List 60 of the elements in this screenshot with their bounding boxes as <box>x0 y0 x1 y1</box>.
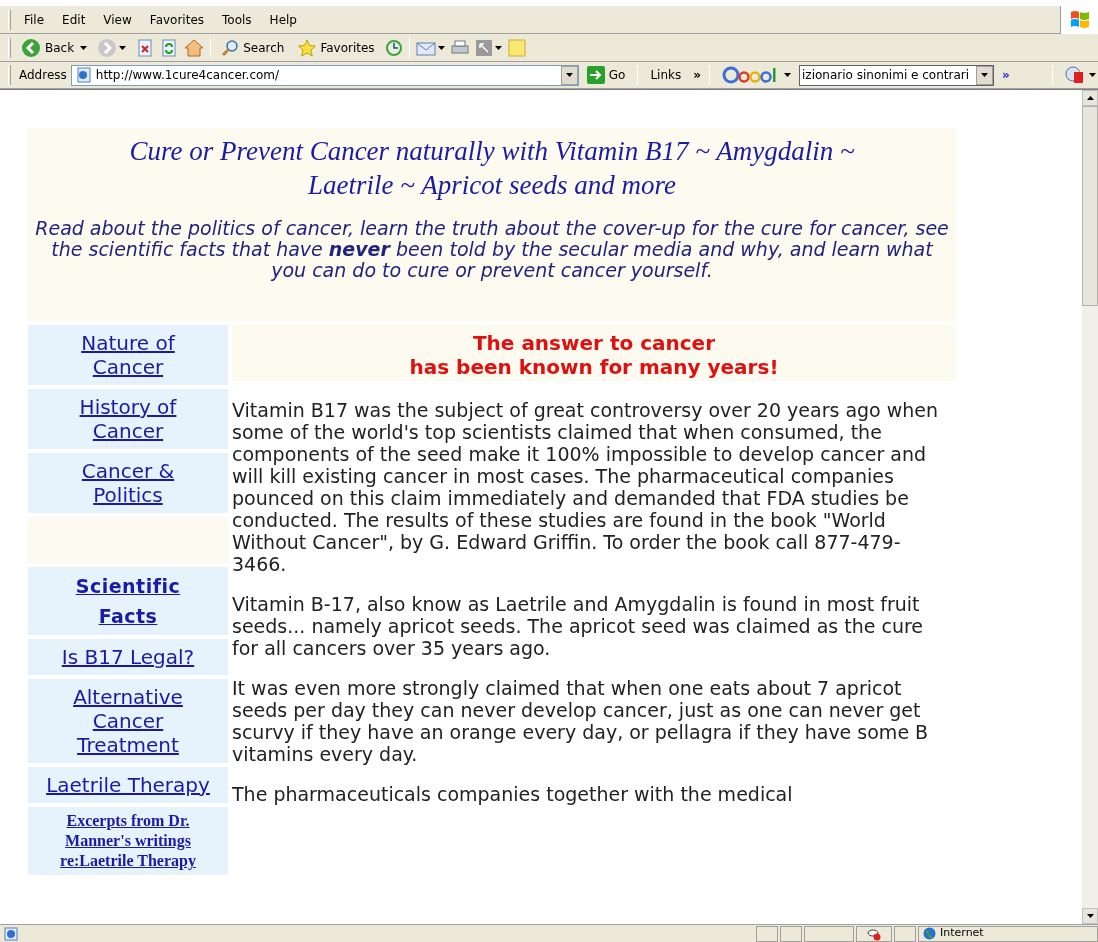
menu-item[interactable]: Help <box>260 10 306 29</box>
history-icon[interactable] <box>384 38 403 57</box>
caret-icon <box>1086 914 1094 918</box>
menu-item[interactable]: File <box>15 10 54 29</box>
nav-link[interactable]: Cancer & Politics <box>28 453 228 513</box>
body-paragraph: Vitamin B-17, also know as Laetrile and Amygdalin is found in most fruit seeds... namely apricot seeds. The apricot seed was claimed as the cure for all cancers over 35 years ago. <box>232 593 925 659</box>
nav-link[interactable]: Excerpts from Dr. Manner's writings re:Laetrile Therapy <box>28 807 228 875</box>
star-icon <box>298 38 317 57</box>
refresh-icon[interactable] <box>160 38 179 57</box>
globe-icon <box>923 927 936 940</box>
caret-icon <box>565 73 573 77</box>
chevron[interactable]: » <box>693 66 702 84</box>
nav-link[interactable]: Nature of Cancer <box>28 325 228 385</box>
page-subtitle: Read about the politics of cancer, learn the truth about the cover-up for the cure for cancer, see the scientific facts that have never been told by the secular media and why, and learn what you can do to cure or prevent cancer yourself. <box>34 218 950 281</box>
chevron[interactable]: » <box>1002 66 1010 84</box>
headline: The answer to cancer <box>472 331 716 355</box>
nav-link[interactable]: Scientific Facts <box>28 567 228 635</box>
page-title: Cure or Prevent Cancer naturally with Vitamin B17 ~ Amygdalin ~ Laetrile ~ Apricot seeds and more <box>128 135 856 202</box>
home-icon[interactable] <box>184 38 205 57</box>
stop-icon[interactable] <box>136 38 155 57</box>
body-paragraph: Vitamin B17 was the subject of great controversy over 20 years ago when some of the world's top scientists claimed that when consumed, the components of the seed make it 100% impossible to develop cancer and will kill existing cancer in most cases. The pharmaceutical companies pounced on this claim immediately and demanded that FDA studies be conducted. The results of these studies are found in the book "World Without Cancer", by G. Edward Griffin. To order the book call 877-479-3466. <box>232 399 940 575</box>
windows-logo-icon <box>1068 8 1091 31</box>
search-button[interactable]: Search <box>217 38 289 57</box>
fullscreen-icon[interactable] <box>474 38 493 57</box>
address-label: Address <box>19 67 67 84</box>
headline: has been known for many years! <box>409 355 779 379</box>
pdf-icon[interactable] <box>1064 66 1085 84</box>
back-button[interactable]: Back <box>17 37 79 58</box>
caret-icon <box>437 45 445 50</box>
caret-icon <box>119 45 127 50</box>
go-button[interactable]: Go <box>582 66 630 84</box>
caret-icon <box>1088 73 1096 77</box>
search-field[interactable]: izionario sinonimi e contrari <box>799 64 995 86</box>
caret-icon <box>981 73 989 77</box>
menu-item[interactable]: Tools <box>213 10 261 29</box>
body-paragraph: It was even more strongly claimed that when one eats about 7 apricot seeds per day they can never develop cancer, just as one can never get scurvy if they have an orange every day, or pellagra if they have some B vitamins every day. <box>232 677 930 765</box>
caret-icon <box>80 45 88 50</box>
nav-link[interactable]: History of Cancer <box>28 389 228 449</box>
zone-label: Internet <box>940 925 984 942</box>
menu-item[interactable]: View <box>94 10 141 29</box>
links-label[interactable]: Links <box>650 66 682 84</box>
menu-item[interactable]: Edit <box>53 10 95 29</box>
scroll-thumb[interactable] <box>1082 106 1098 306</box>
nav-link[interactable]: Laetrile Therapy <box>28 767 228 803</box>
page-icon <box>4 926 18 941</box>
scroll-up-button[interactable] <box>1082 90 1098 106</box>
favorites-button[interactable]: Favorites <box>294 38 379 57</box>
scroll-down-button[interactable] <box>1082 908 1098 924</box>
caret-icon <box>494 45 502 50</box>
page-icon <box>75 67 92 83</box>
privacy-icon <box>867 926 881 941</box>
body-paragraph: The pharmaceuticals companies together with the medical <box>232 783 794 805</box>
menu-item[interactable]: Favorites <box>140 10 214 29</box>
printer-icon[interactable] <box>450 38 469 57</box>
caret-icon <box>784 73 792 77</box>
search-icon <box>221 38 240 57</box>
nav-link[interactable]: Alternative Cancer Treatment <box>28 679 228 763</box>
up-caret-icon <box>1086 96 1094 100</box>
address-field[interactable]: http://www.1cure4cancer.com/ <box>70 64 579 86</box>
nav-link[interactable]: Is B17 Legal? <box>28 639 228 675</box>
